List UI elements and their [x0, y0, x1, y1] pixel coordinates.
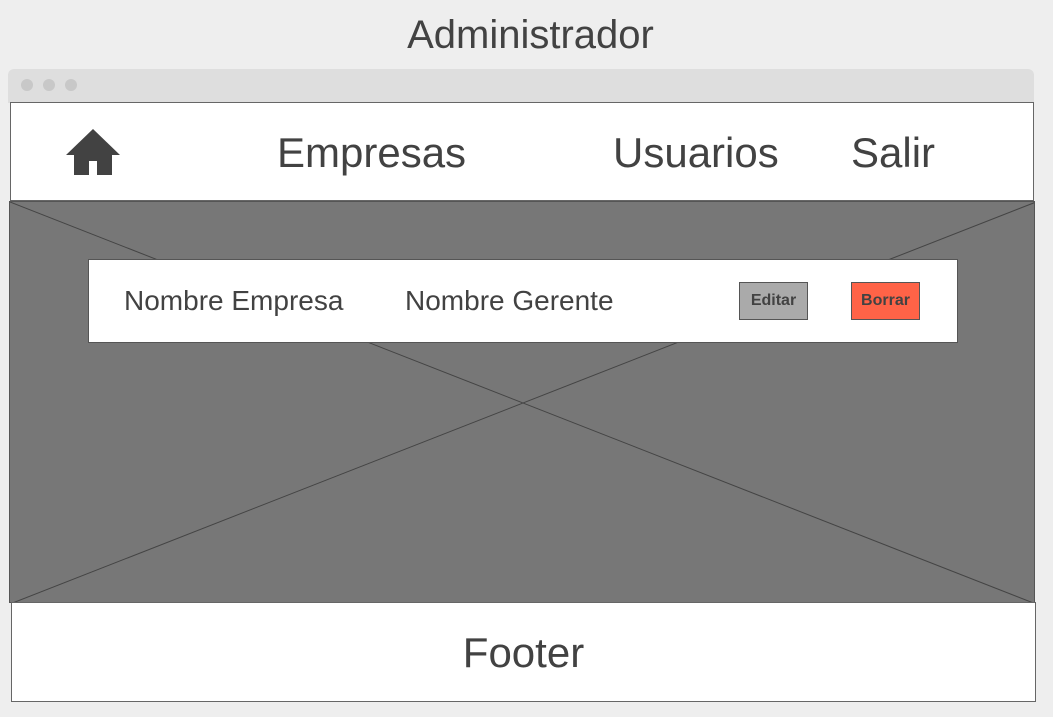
- manager-name: Nombre Gerente: [405, 285, 614, 316]
- nav-link-empresas[interactable]: Empresas: [277, 129, 466, 177]
- page-title: Administrador: [407, 13, 654, 57]
- company-row: Nombre Empresa Nombre Gerente Editar Bor…: [88, 259, 958, 343]
- navbar: Empresas Usuarios Salir: [10, 102, 1034, 201]
- nav-link-usuarios[interactable]: Usuarios: [613, 129, 779, 177]
- footer: Footer: [11, 602, 1036, 702]
- home-icon[interactable]: [64, 127, 122, 177]
- company-name: Nombre Empresa: [124, 285, 344, 316]
- window-control-dot[interactable]: [21, 79, 33, 91]
- window-control-dot[interactable]: [65, 79, 77, 91]
- window-title-bar: [8, 69, 1034, 103]
- nav-link-salir[interactable]: Salir: [851, 129, 935, 177]
- footer-label: Footer: [462, 629, 585, 676]
- window-control-dot[interactable]: [43, 79, 55, 91]
- delete-button[interactable]: Borrar: [851, 282, 920, 320]
- edit-button[interactable]: Editar: [739, 282, 808, 320]
